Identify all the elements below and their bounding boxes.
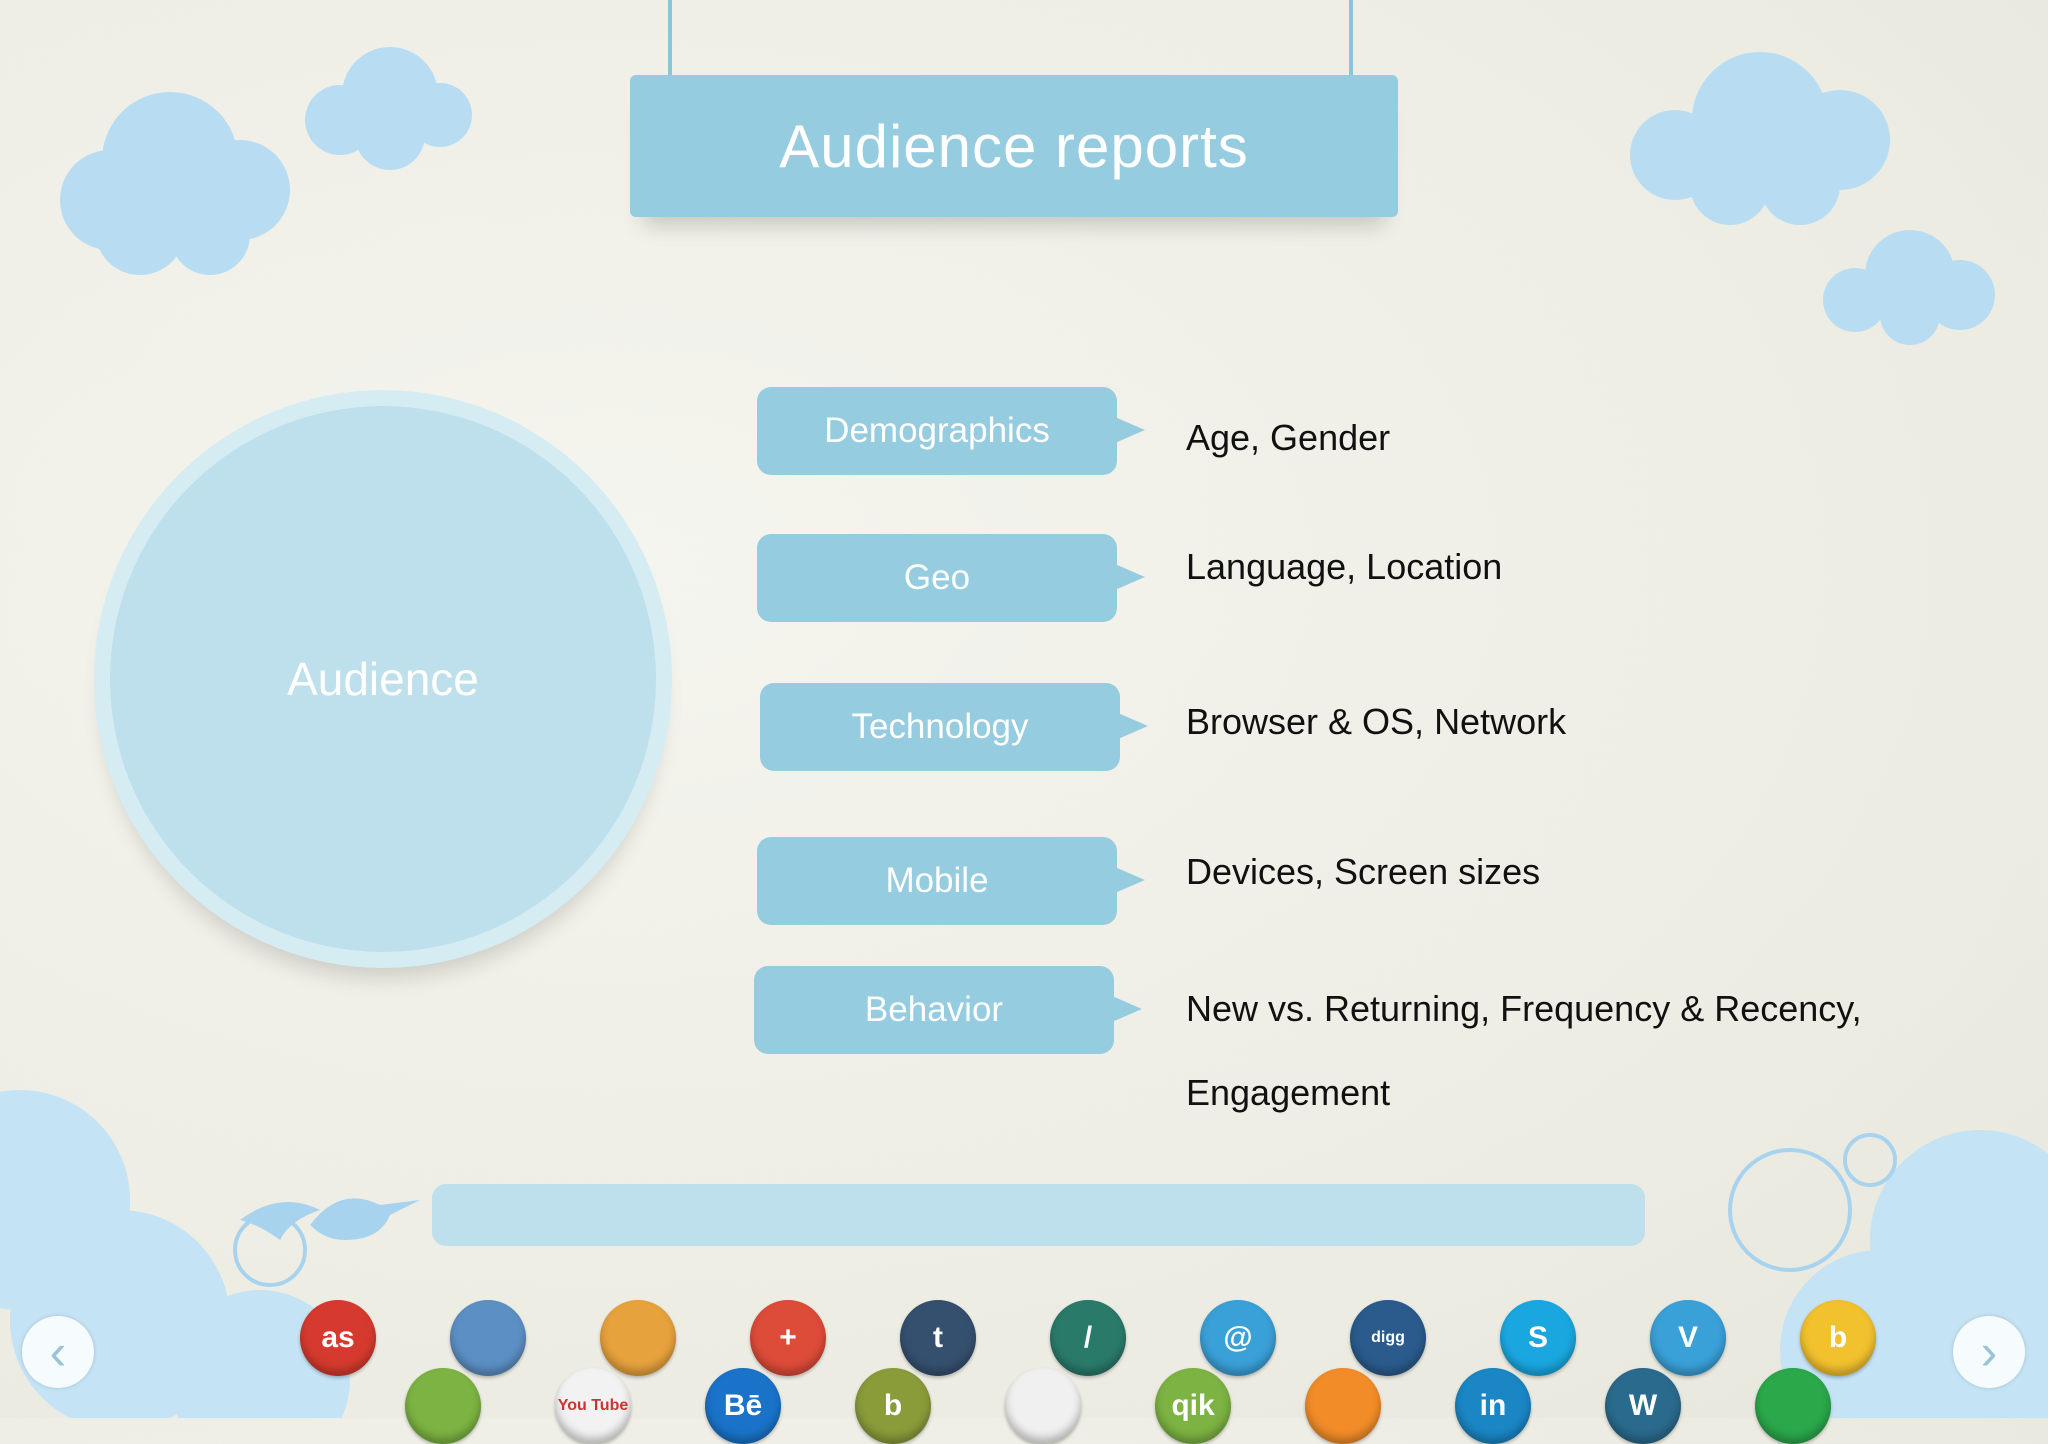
category-detail: New vs. Returning, Frequency & Recency, …	[1186, 988, 1862, 1113]
category-label: Demographics	[824, 411, 1050, 450]
rss-icon	[1305, 1368, 1381, 1444]
evernote-icon	[405, 1368, 481, 1444]
prev-slide-button[interactable]: ‹	[22, 1316, 94, 1388]
cloud-top-right-icon	[1630, 52, 1890, 225]
slash-icon: /	[1050, 1300, 1126, 1376]
category-label: Mobile	[885, 861, 989, 900]
category-detail: Age, Gender	[1186, 417, 1391, 458]
category-label: Geo	[903, 558, 971, 597]
linkedin-icon: in	[1455, 1368, 1531, 1444]
picasa-icon	[600, 1300, 676, 1376]
reddit-icon	[1005, 1368, 1081, 1444]
cloud-right-small-icon	[1823, 230, 1995, 345]
page-title: Audience reports	[779, 112, 1249, 180]
skype-icon: S	[1500, 1300, 1576, 1376]
category-detail: Language, Location	[1186, 546, 1503, 587]
chevron-right-icon: ›	[1980, 1324, 1998, 1380]
title-rope-left	[668, 0, 672, 80]
category-detail: Devices, Screen sizes	[1186, 851, 1541, 892]
blogger-icon: b	[855, 1368, 931, 1444]
qik-icon: qik	[1155, 1368, 1231, 1444]
cloud-top-left-small-icon	[305, 47, 472, 170]
wordpress-icon: W	[1605, 1368, 1681, 1444]
chevron-left-icon: ‹	[49, 1324, 67, 1380]
at-icon: @	[1200, 1300, 1276, 1376]
category-label: Technology	[851, 707, 1029, 746]
cloud-top-left-icon	[60, 92, 290, 275]
bird-icon	[310, 1198, 420, 1240]
pencil-icon	[450, 1300, 526, 1376]
next-slide-button[interactable]: ›	[1953, 1316, 2025, 1388]
category-detail: Browser & OS, Network	[1186, 701, 1567, 742]
category-behavior: Behavior	[754, 966, 1142, 1054]
title-rope-right	[1349, 0, 1353, 80]
audience-circle-inner: Audience	[110, 406, 656, 952]
title-banner: Audience reports	[630, 75, 1398, 217]
category-demographics: Demographics	[757, 387, 1145, 475]
google-plus-icon: +	[750, 1300, 826, 1376]
behance-icon: Bē	[705, 1368, 781, 1444]
bottom-bar	[432, 1184, 1645, 1246]
audience-label: Audience	[287, 653, 479, 705]
audience-circle: Audience	[94, 390, 672, 968]
tumblr-icon: t	[900, 1300, 976, 1376]
category-mobile: Mobile	[757, 837, 1145, 925]
category-geo: Geo	[757, 534, 1145, 622]
digg-icon: digg	[1350, 1300, 1426, 1376]
category-technology: Technology	[760, 683, 1148, 771]
youtube-icon: You Tube	[555, 1368, 631, 1444]
category-label: Behavior	[864, 990, 1004, 1029]
